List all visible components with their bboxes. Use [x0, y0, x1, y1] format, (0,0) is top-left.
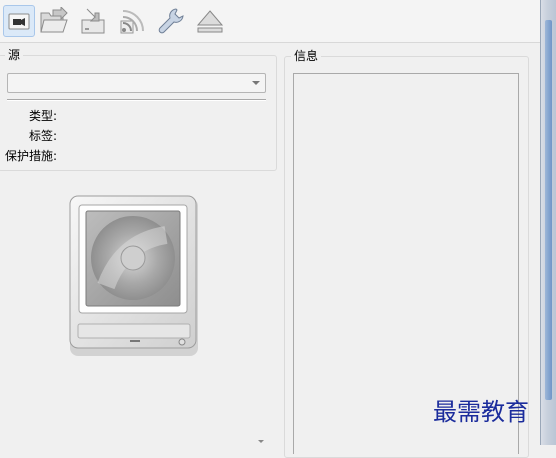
eject-icon	[196, 10, 224, 33]
resize-grip-icon	[258, 440, 264, 443]
source-group-title: 源	[5, 48, 24, 62]
tag-label: 标签:	[28, 129, 57, 143]
source-separator	[7, 99, 266, 101]
rss-feed-icon	[120, 10, 144, 34]
source-combo[interactable]	[7, 73, 266, 93]
save-to-drive-icon	[81, 8, 105, 34]
save-to-drive-button[interactable]	[77, 5, 109, 37]
video-camera-icon	[8, 13, 30, 30]
settings-wrench-button[interactable]	[155, 5, 187, 37]
eject-button[interactable]	[194, 5, 226, 37]
scrollbar-thumb[interactable]	[545, 20, 552, 400]
open-folder-button[interactable]	[38, 5, 70, 37]
window-scrollbar[interactable]	[540, 0, 556, 445]
source-group: 源 类型: 标签: 保护措施:	[0, 48, 277, 171]
open-folder-icon	[40, 7, 68, 33]
disc-drive-image	[69, 195, 198, 356]
chevron-down-icon	[252, 81, 260, 85]
toolbar	[0, 0, 540, 43]
rss-feed-button[interactable]	[116, 5, 148, 37]
protection-label: 保护措施:	[4, 149, 57, 163]
video-camera-button[interactable]	[3, 5, 35, 37]
watermark-text: 最需教育	[433, 398, 529, 426]
info-group-title: 信息	[291, 49, 322, 63]
type-label: 类型:	[28, 109, 57, 123]
wrench-icon	[158, 8, 184, 34]
